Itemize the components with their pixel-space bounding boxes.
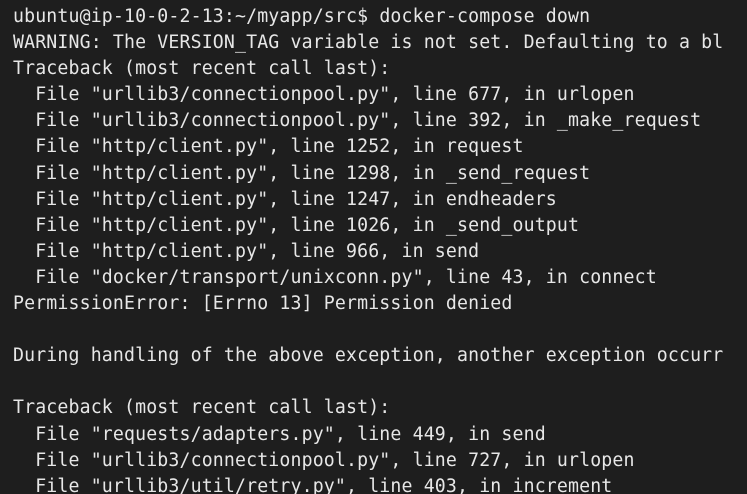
output-line-traceback-header: Traceback (most recent call last): — [13, 58, 391, 80]
output-line-frame: File "http/client.py", line 1298, in _se… — [13, 162, 591, 184]
output-line-blank — [13, 369, 747, 395]
shell-command: docker-compose down — [379, 6, 591, 27]
output-line-blank — [13, 317, 747, 343]
output-line-frame: File "http/client.py", line 1252, in req… — [13, 136, 524, 158]
output-line-warning: WARNING: The VERSION_TAG variable is not… — [13, 32, 724, 54]
output-line-traceback-header: Traceback (most recent call last): — [13, 397, 391, 419]
output-line-frame: File "http/client.py", line 1026, in _se… — [13, 214, 580, 236]
output-line-error: PermissionError: [Errno 13] Permission d… — [13, 293, 513, 315]
output-line-frame: File "requests/adapters.py", line 449, i… — [13, 423, 546, 445]
output-line-frame: File "http/client.py", line 966, in send — [13, 240, 480, 262]
terminal-window[interactable]: ubuntu@ip-10-0-2-13:~/myapp/src$ docker-… — [0, 0, 747, 494]
prompt-line: ubuntu@ip-10-0-2-13:~/myapp/src$ docker-… — [13, 4, 747, 30]
output-line-during-handling: During handling of the above exception, … — [13, 345, 724, 367]
output-line-frame: File "urllib3/connectionpool.py", line 6… — [13, 84, 635, 106]
shell-prompt: ubuntu@ip-10-0-2-13:~/myapp/src$ — [13, 6, 369, 27]
output-line-frame: File "docker/transport/unixconn.py", lin… — [13, 266, 657, 288]
output-line-frame: File "urllib3/connectionpool.py", line 7… — [13, 449, 635, 471]
output-line-frame: File "http/client.py", line 1247, in end… — [13, 188, 557, 210]
output-line-frame: File "urllib3/util/retry.py", line 403, … — [13, 475, 613, 494]
output-line-frame: File "urllib3/connectionpool.py", line 3… — [13, 110, 702, 132]
